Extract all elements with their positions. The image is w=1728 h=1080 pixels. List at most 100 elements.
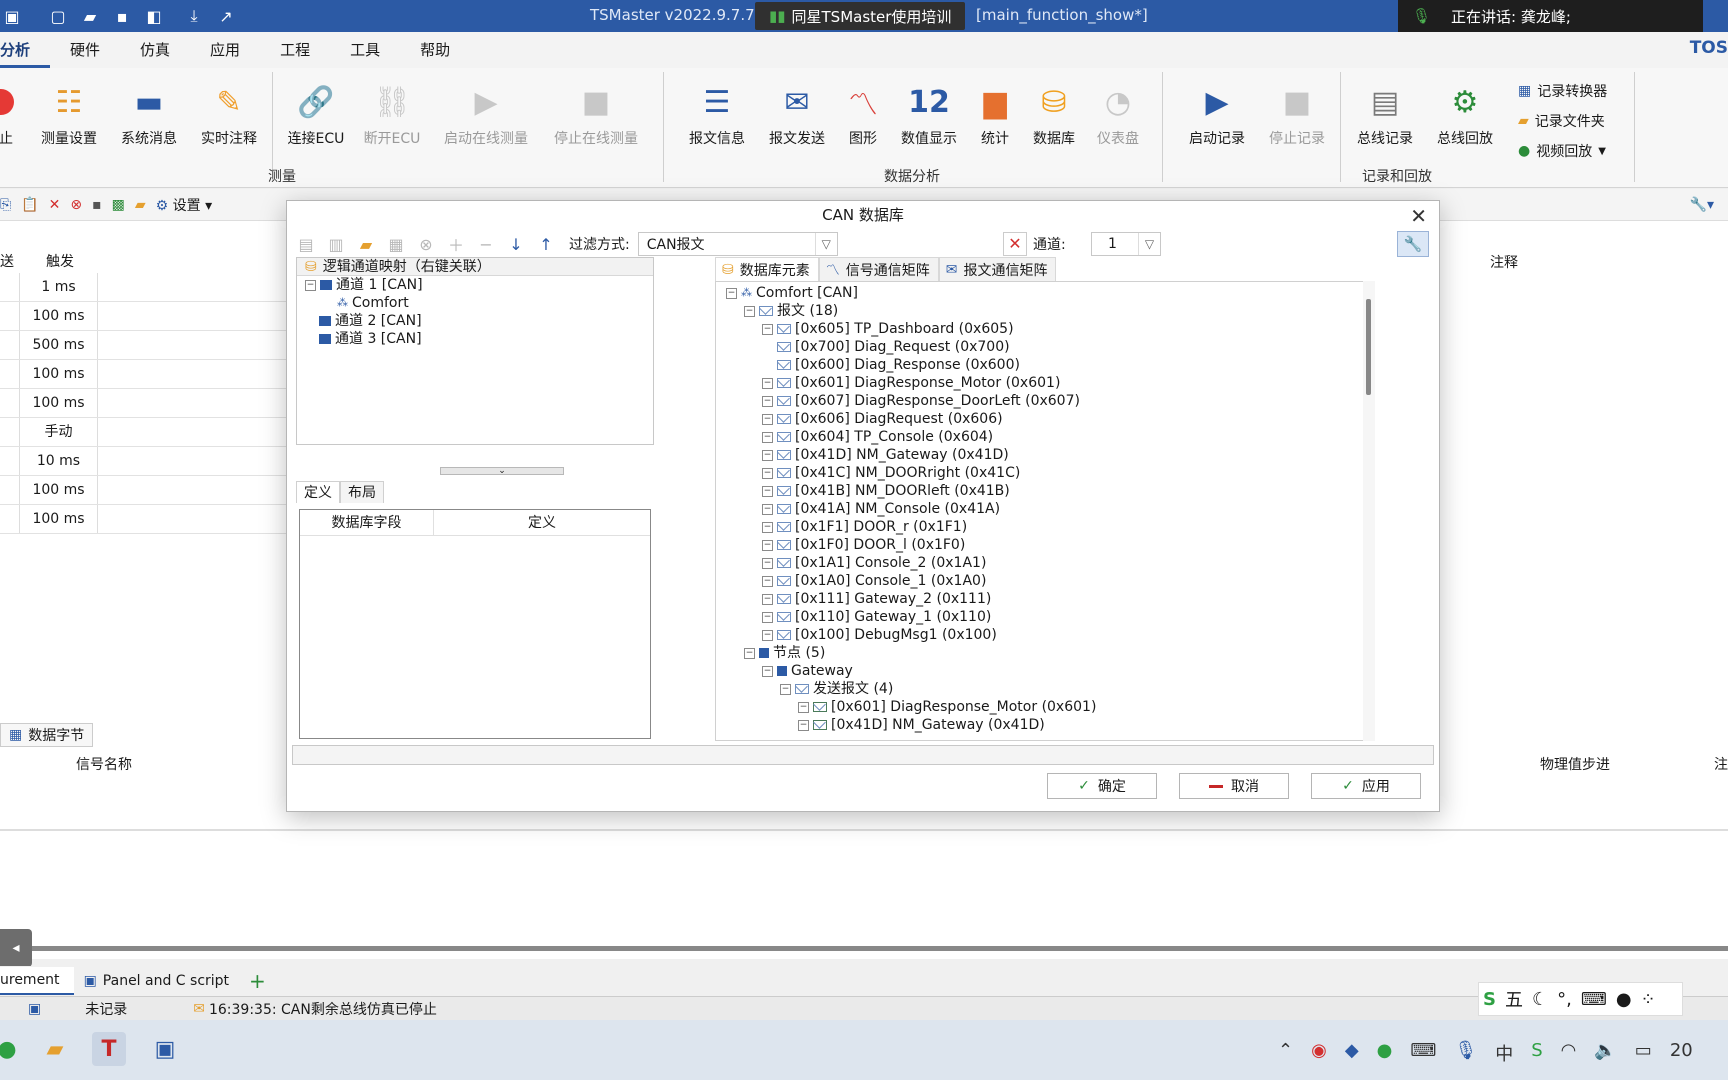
collapse-icon[interactable]: − [744, 647, 755, 659]
disconnect-ecu-button[interactable]: ⛓ 断开ECU [360, 78, 424, 148]
remove-db-icon[interactable]: ▦ [385, 235, 407, 254]
tree-item[interactable]: − [0x41A] NM_Console (0x41A) [716, 500, 1374, 518]
collapse-icon[interactable]: − [762, 431, 773, 443]
tsmaster-icon[interactable]: T [92, 1032, 126, 1066]
open-folder-icon[interactable]: ▰ [78, 4, 102, 28]
tree-item-channel-2[interactable]: 通道 2 [CAN] [297, 312, 653, 330]
save-as-icon[interactable]: ▩ [112, 197, 125, 213]
save-icon[interactable]: ▪ [110, 4, 134, 28]
table-row[interactable]: 100 ms [0, 360, 288, 389]
weibo-icon[interactable]: ◉ [1311, 1040, 1327, 1066]
collapse-icon[interactable]: − [762, 377, 773, 389]
tree-item[interactable]: − [0x41C] NM_DOORright (0x41C) [716, 464, 1374, 482]
collapse-icon[interactable]: − [762, 503, 773, 515]
collapse-icon[interactable]: − [744, 305, 755, 317]
tree-item[interactable]: − [0x601] DiagResponse_Motor (0x601) [716, 698, 1374, 716]
table-row[interactable]: 100 ms [0, 505, 288, 534]
collapse-icon[interactable]: − [780, 683, 791, 695]
menu-tools[interactable]: 工具 [330, 32, 400, 68]
table-row[interactable]: 手动 [0, 418, 288, 447]
tree-item[interactable]: [0x600] Diag_Response (0x600) [716, 356, 1374, 374]
record-folder-button[interactable]: ▰ 记录文件夹 [1518, 106, 1607, 136]
tree-item[interactable]: − Gateway [716, 662, 1374, 680]
file-explorer-icon[interactable]: ▰ [38, 1032, 72, 1066]
table-row[interactable]: 100 ms [0, 476, 288, 505]
realtime-note-button[interactable]: ✎ 实时注释 [196, 78, 262, 148]
stop-measure-button[interactable]: 止 [0, 78, 16, 148]
record-converter-button[interactable]: ▦ 记录转换器 [1518, 76, 1607, 106]
ok-button[interactable]: ✓ 确定 [1047, 773, 1157, 799]
app-tray-icon[interactable]: ◆ [1345, 1040, 1359, 1066]
message-send-button[interactable]: ✉ 报文发送 [764, 78, 830, 148]
app-icon[interactable]: ● [0, 1032, 24, 1066]
move-up-icon[interactable]: ↑ [535, 235, 557, 254]
tab-measurement[interactable]: urement [0, 967, 74, 995]
collapse-icon[interactable]: − [762, 557, 773, 569]
collapse-icon[interactable]: − [762, 467, 773, 479]
open-icon[interactable]: ▰ [135, 197, 146, 213]
tree-item-channel-3[interactable]: 通道 3 [CAN] [297, 330, 653, 348]
connect-ecu-button[interactable]: 🔗 连接ECU [284, 78, 348, 148]
panel-splitter[interactable]: ⌄ [440, 467, 564, 476]
tree-item[interactable]: − [0x606] DiagRequest (0x606) [716, 410, 1374, 428]
clear-channel-icon[interactable]: ✕ [1003, 232, 1027, 256]
filter-select[interactable]: CAN报文 ▽ [637, 232, 838, 256]
database-button[interactable]: ⛁ 数据库 [1028, 78, 1080, 148]
channel-select[interactable]: 1 ▽ [1091, 232, 1161, 256]
table-row[interactable]: 1 ms [0, 273, 288, 302]
collapse-icon[interactable]: − [762, 323, 773, 335]
apply-button[interactable]: ✓ 应用 [1311, 773, 1421, 799]
tree-item[interactable]: − [0x1A1] Console_2 (0x1A1) [716, 554, 1374, 572]
table-row[interactable]: 100 ms [0, 302, 288, 331]
collapse-icon[interactable]: − [762, 575, 773, 587]
tree-item-comfort[interactable]: ⁂ Comfort [297, 294, 653, 312]
collapse-icon[interactable]: − [762, 593, 773, 605]
cancel-button[interactable]: 取消 [1179, 773, 1289, 799]
message-info-button[interactable]: ☰ 报文信息 [684, 78, 750, 148]
collapse-icon[interactable]: − [762, 611, 773, 623]
ime-tray-icon[interactable]: 中 [1495, 1040, 1513, 1066]
stop-record-button[interactable]: ■ 停止记录 [1264, 78, 1330, 148]
collapse-icon[interactable]: − [762, 449, 773, 461]
open-db-icon[interactable]: ▰ [355, 235, 377, 254]
tree-item[interactable]: − [0x100] DebugMsg1 (0x100) [716, 626, 1374, 644]
tree-item[interactable]: − [0x41D] NM_Gateway (0x41D) [716, 446, 1374, 464]
add-icon[interactable]: ＋ [445, 232, 467, 256]
system-message-button[interactable]: ▬ 系统消息 [116, 78, 182, 148]
copy-icon[interactable]: ⎘ [0, 197, 11, 213]
mic-tray-icon[interactable]: 🎙 [1454, 1040, 1477, 1066]
collapse-icon[interactable]: − [762, 629, 773, 641]
tree-item-channel-1[interactable]: − 通道 1 [CAN] [297, 276, 653, 294]
tab-database-elements[interactable]: ⛁ 数据库元素 [715, 257, 819, 281]
start-online-measure-button[interactable]: ▶ 启动在线测量 [440, 78, 532, 148]
data-bytes-tab[interactable]: ▦ 数据字节 [0, 723, 94, 747]
menu-analysis[interactable]: 分析 [0, 32, 51, 68]
delete-icon[interactable]: ✕ [49, 197, 61, 213]
collapse-icon[interactable]: − [798, 701, 809, 713]
collapse-icon[interactable]: − [762, 665, 773, 677]
tree-item[interactable]: − 节点 (5) [716, 644, 1374, 662]
menu-help[interactable]: 帮助 [400, 32, 470, 68]
tree-item[interactable]: − [0x1F0] DOOR_l (0x1F0) [716, 536, 1374, 554]
download-icon[interactable]: ⤓ [182, 4, 206, 28]
tab-message-matrix[interactable]: ✉ 报文通信矩阵 [938, 257, 1057, 281]
menu-hardware[interactable]: 硬件 [50, 32, 120, 68]
collapse-icon[interactable]: − [762, 539, 773, 551]
wrench-icon[interactable]: 🔧▾ [1690, 197, 1714, 213]
stop-online-measure-button[interactable]: ■ 停止在线测量 [550, 78, 642, 148]
collapse-icon[interactable]: − [798, 719, 809, 731]
remove-icon[interactable]: − [475, 235, 497, 254]
new-db-icon[interactable]: ▤ [295, 235, 317, 254]
tree-item[interactable]: − [0x1F1] DOOR_r (0x1F1) [716, 518, 1374, 536]
settings-button[interactable]: ⚙ 设置 ▾ [156, 195, 213, 215]
menu-application[interactable]: 应用 [190, 32, 260, 68]
tree-scrollbar[interactable] [1363, 281, 1375, 741]
tree-item[interactable]: − [0x41D] NM_Gateway (0x41D) [716, 716, 1374, 734]
wrench-icon[interactable]: 🔧 [1397, 231, 1429, 257]
share-icon[interactable]: ↗ [214, 4, 238, 28]
edit-db-icon[interactable]: ▥ [325, 235, 347, 254]
tab-signal-matrix[interactable]: 〽信号通信矩阵 [818, 257, 939, 281]
horizontal-scrollbar[interactable] [292, 745, 1434, 765]
tree-item[interactable]: − ⁂ Comfort [CAN] [716, 284, 1374, 302]
tree-item[interactable]: − [0x111] Gateway_2 (0x111) [716, 590, 1374, 608]
